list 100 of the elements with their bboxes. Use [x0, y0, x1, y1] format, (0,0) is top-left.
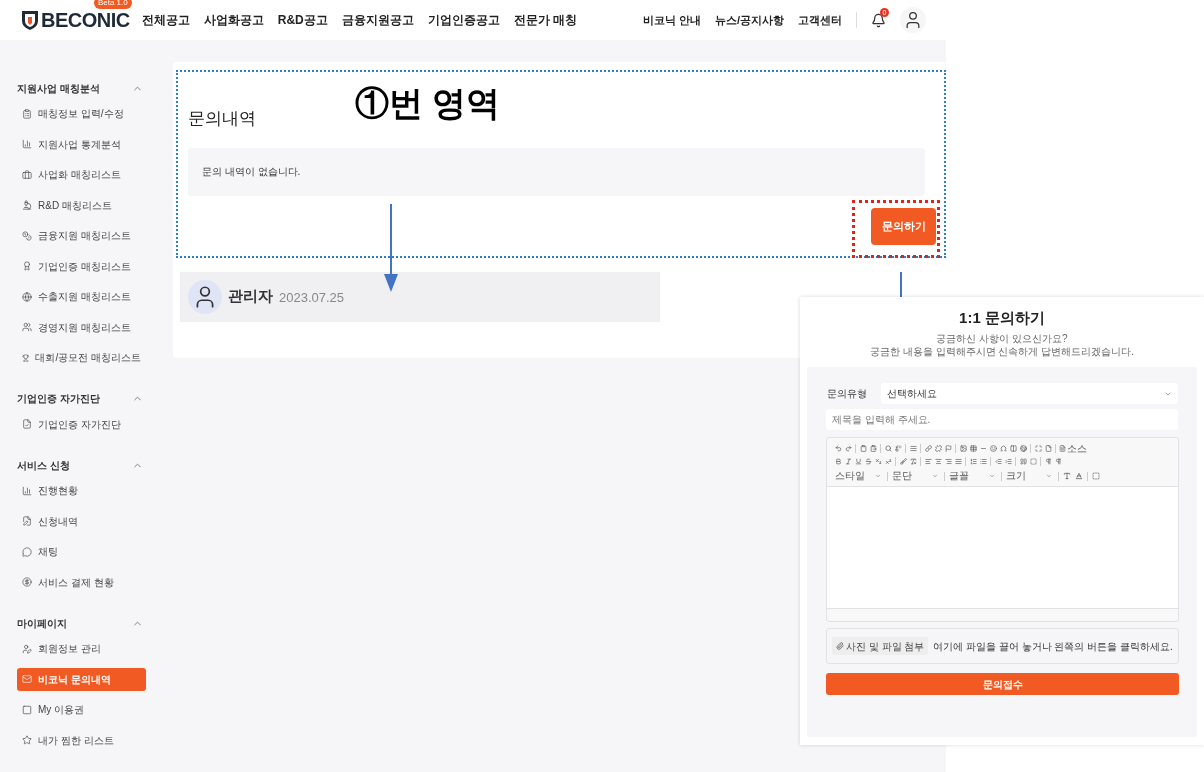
columns-icon[interactable]: [1009, 445, 1017, 452]
image-icon[interactable]: [959, 445, 967, 452]
sidebar-item[interactable]: 지원사업 통계분석: [17, 132, 146, 156]
subscript-icon[interactable]: [874, 458, 882, 465]
sidebar-item[interactable]: 사업화 매칭리스트: [17, 163, 146, 186]
nav-link[interactable]: 전문가 매칭: [513, 11, 578, 29]
div-icon[interactable]: [1029, 458, 1037, 465]
dialog-title: 1:1 문의하기: [959, 308, 1045, 328]
star-icon: [22, 735, 32, 745]
bell-icon[interactable]: [871, 12, 886, 28]
nav-link[interactable]: 고객센터: [798, 11, 842, 29]
sidebar-item[interactable]: 내가 찜한 리스트: [17, 728, 146, 752]
sidebar-item[interactable]: 서비스 결제 현황: [17, 570, 146, 594]
unlink-icon[interactable]: [934, 445, 942, 452]
italic-icon[interactable]: [844, 458, 852, 465]
caret-icon[interactable]: [1046, 473, 1052, 479]
section-title: 마이페이지: [17, 616, 67, 631]
undo-icon[interactable]: [834, 445, 842, 452]
reply-date: 2023.07.25: [279, 288, 345, 307]
clear-format-icon[interactable]: [909, 458, 917, 465]
sidebar-item[interactable]: 채팅: [17, 540, 146, 563]
horizontal-line-icon[interactable]: [979, 445, 987, 452]
clipboard-icon[interactable]: [859, 445, 867, 452]
paragraph-icon[interactable]: [909, 445, 917, 452]
award-icon: [22, 261, 32, 271]
nav-link[interactable]: 비코닉 안내: [642, 11, 701, 29]
omega-icon[interactable]: [999, 445, 1007, 452]
format-dropdown[interactable]: 스타일: [833, 471, 885, 481]
template-icon[interactable]: [1092, 472, 1100, 480]
align-center-icon[interactable]: [934, 458, 942, 465]
bold-icon[interactable]: [834, 458, 842, 465]
quote-icon[interactable]: [1019, 458, 1027, 465]
sidebar-item[interactable]: 수출지원 매칭리스트: [17, 285, 146, 308]
justify-icon[interactable]: [954, 458, 962, 465]
beta-badge: Beta 1.0: [93, 0, 132, 9]
format-dropdown[interactable]: 크기: [1004, 471, 1056, 481]
text-color-icon[interactable]: [1063, 472, 1071, 480]
format-dropdown[interactable]: 문단: [890, 471, 942, 481]
nav-link[interactable]: 기업인증공고: [427, 11, 500, 29]
title-input[interactable]: 제목을 입력해 주세요.: [826, 409, 1178, 430]
nav-link[interactable]: 뉴스/공지사항: [714, 11, 784, 29]
caret-icon[interactable]: [932, 473, 938, 479]
sidebar-item[interactable]: 대회/공모전 매칭리스트: [17, 346, 146, 369]
background-color-icon[interactable]: [1075, 472, 1083, 480]
rtl-icon[interactable]: [1054, 458, 1062, 465]
superscript-icon[interactable]: [884, 458, 892, 465]
nav-link[interactable]: 사업화공고: [203, 11, 264, 29]
paperclip-icon[interactable]: [836, 642, 844, 650]
nav-link[interactable]: 금융지원공고: [341, 11, 414, 29]
indent-icon[interactable]: [1004, 458, 1012, 465]
section-title: 지원사업 매칭분석: [17, 81, 100, 96]
ltr-icon[interactable]: [1044, 458, 1052, 465]
sidebar-item[interactable]: My 이용권: [17, 698, 146, 721]
sidebar-item[interactable]: 진행현황: [17, 479, 146, 502]
text-editor[interactable]: 소스 스타일 문단 글꼴 크기: [826, 437, 1179, 622]
sidebar-item[interactable]: 기업인증 자가진단: [17, 412, 146, 436]
search-icon[interactable]: [884, 445, 892, 452]
inquiry-type-select[interactable]: 선택하세요: [881, 383, 1178, 404]
bullet-list-icon[interactable]: [979, 458, 987, 465]
fullscreen-icon[interactable]: [1034, 445, 1042, 452]
nav-link[interactable]: R&D공고: [277, 11, 328, 29]
source-icon[interactable]: [1059, 445, 1066, 452]
page-icon[interactable]: [1044, 445, 1052, 452]
link-icon[interactable]: [924, 445, 932, 452]
sidebar-item[interactable]: 경영지원 매칭리스트: [17, 315, 146, 339]
replace-icon[interactable]: [894, 445, 902, 452]
sidebar-item[interactable]: 신청내역: [17, 509, 146, 533]
strikethrough-icon[interactable]: [864, 458, 872, 465]
nav-link[interactable]: 전체공고: [141, 11, 190, 29]
source-button[interactable]: 소스: [1067, 443, 1087, 454]
brush-icon[interactable]: [899, 458, 907, 465]
sidebar-item[interactable]: 기업인증 매칭리스트: [17, 254, 146, 278]
document-check-icon: [22, 419, 32, 429]
align-left-icon[interactable]: [924, 458, 932, 465]
microscope-icon: [22, 200, 32, 210]
smiley-icon[interactable]: [989, 445, 997, 452]
clipboard-icon: [22, 108, 32, 119]
sidebar-item[interactable]: 회원정보 관리: [17, 637, 146, 660]
flag-icon[interactable]: [944, 445, 952, 452]
empty-message: 문의 내역이 없습니다.: [202, 165, 301, 179]
briefcase-icon: [22, 169, 32, 180]
format-dropdown[interactable]: 글꼴: [947, 471, 999, 481]
sidebar-item[interactable]: 금융지원 매칭리스트: [17, 224, 146, 247]
people-icon: [22, 322, 32, 332]
coins-icon: [22, 230, 32, 241]
user-edit-icon: [22, 643, 32, 654]
numbered-list-icon[interactable]: [969, 458, 977, 465]
caret-icon[interactable]: [989, 473, 995, 479]
redo-icon[interactable]: [844, 445, 852, 452]
sidebar-item[interactable]: 매칭정보 입력/수정: [17, 102, 146, 125]
attach-file-button[interactable]: 사진 및 파일 첨부: [832, 637, 929, 655]
paste-icon[interactable]: [869, 445, 877, 452]
document-pen-icon: [22, 516, 32, 526]
globe-icon[interactable]: [1019, 445, 1027, 452]
sidebar-item[interactable]: R&D 매칭리스트: [17, 193, 146, 217]
caret-icon[interactable]: [875, 473, 881, 479]
outdent-icon[interactable]: [994, 458, 1002, 465]
underline-icon[interactable]: [854, 458, 862, 465]
table-icon[interactable]: [969, 445, 977, 452]
align-right-icon[interactable]: [944, 458, 952, 465]
